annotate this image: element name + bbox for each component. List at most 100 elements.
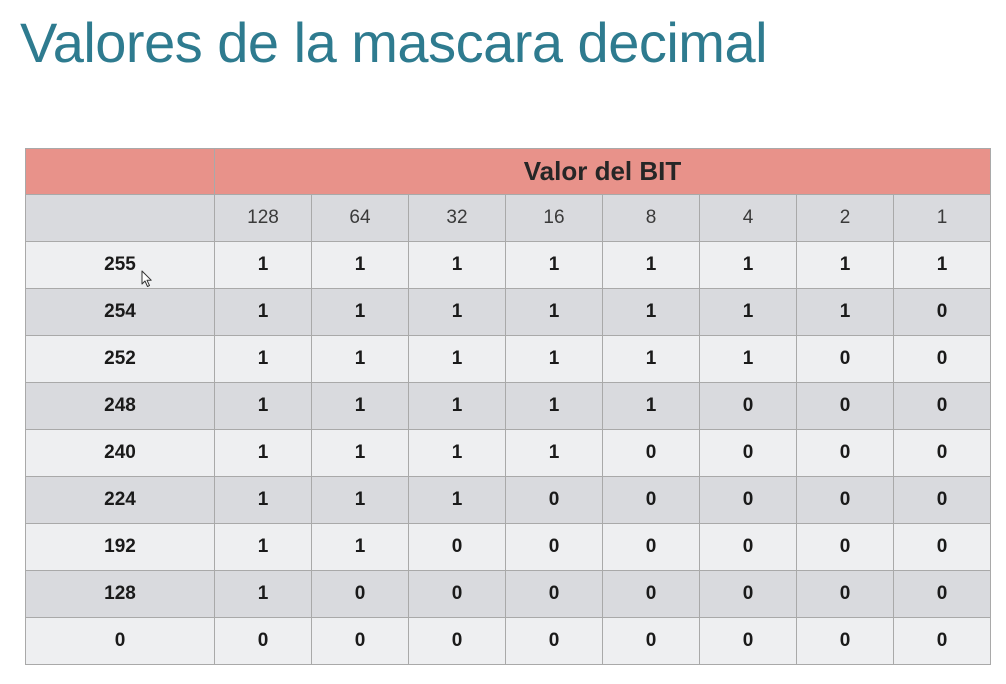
table-row: 192 1 1 0 0 0 0 0 0: [25, 523, 991, 571]
bit-cell: 1: [602, 241, 700, 289]
bit-cell: 1: [214, 241, 312, 289]
bit-cell: 0: [505, 617, 603, 665]
bit-cell: 1: [311, 523, 409, 571]
bit-cell: 0: [699, 476, 797, 524]
bit-cell: 0: [796, 523, 894, 571]
bit-cell: 0: [796, 617, 894, 665]
bit-value-cell: 64: [311, 194, 409, 242]
bit-cell: 0: [214, 617, 312, 665]
table-corner-cell: [25, 148, 215, 195]
bit-cell: 0: [893, 288, 991, 336]
decimal-value-cell: 252: [25, 335, 215, 383]
bit-cell: 0: [408, 617, 506, 665]
bit-cell: 1: [505, 429, 603, 477]
bit-cell: 1: [796, 288, 894, 336]
bit-value-cell: 2: [796, 194, 894, 242]
bit-value-cell: 32: [408, 194, 506, 242]
bit-cell: 0: [699, 382, 797, 430]
bit-cell: 1: [214, 288, 312, 336]
bit-cell: 0: [311, 570, 409, 618]
mask-rows-body: 255 1 1 1 1 1 1 1 1 254 1 1 1 1 1 1 1 0 252 1 1 1 1 1 1 0 0 248 1 1 1 1…: [25, 241, 991, 665]
bit-cell: 1: [311, 476, 409, 524]
bit-cell: 1: [408, 476, 506, 524]
bit-cell: 0: [505, 523, 603, 571]
bit-cell: 1: [311, 429, 409, 477]
table-row: 240 1 1 1 1 0 0 0 0: [25, 429, 991, 477]
bit-cell: 1: [602, 288, 700, 336]
bit-cell: 0: [505, 570, 603, 618]
table-header-row: Valor del BIT: [25, 148, 991, 195]
bit-cell: 1: [214, 335, 312, 383]
bit-cell: 1: [699, 241, 797, 289]
bit-cell: 0: [893, 335, 991, 383]
bit-cell: 0: [893, 476, 991, 524]
bit-cell: 1: [893, 241, 991, 289]
bit-cell: 0: [893, 382, 991, 430]
bit-cell: 0: [699, 429, 797, 477]
bit-cell: 0: [311, 617, 409, 665]
bit-cell: 1: [214, 523, 312, 571]
bit-cell: 0: [602, 429, 700, 477]
decimal-value-cell: 240: [25, 429, 215, 477]
bit-values-row: 128 64 32 16 8 4 2 1: [25, 194, 991, 242]
decimal-value-cell: 224: [25, 476, 215, 524]
table-row: 254 1 1 1 1 1 1 1 0: [25, 288, 991, 336]
bit-cell: 1: [505, 288, 603, 336]
bit-cell: 0: [699, 523, 797, 571]
decimal-value-cell: 255: [25, 241, 215, 289]
bit-cell: 1: [699, 288, 797, 336]
bit-cell: 1: [796, 241, 894, 289]
bit-cell: 1: [311, 288, 409, 336]
bit-cell: 1: [214, 382, 312, 430]
bit-values-corner-cell: [25, 194, 215, 242]
bit-cell: 1: [214, 429, 312, 477]
bit-cell: 0: [602, 617, 700, 665]
decimal-value-cell: 254: [25, 288, 215, 336]
bit-cell: 1: [214, 570, 312, 618]
bit-cell: 1: [505, 382, 603, 430]
bit-cell: 1: [311, 335, 409, 383]
bit-cell: 0: [408, 523, 506, 571]
bit-cell: 0: [699, 617, 797, 665]
bit-cell: 0: [893, 617, 991, 665]
bit-cell: 1: [505, 241, 603, 289]
bit-cell: 1: [408, 241, 506, 289]
bit-cell: 0: [408, 570, 506, 618]
bit-value-cell: 1: [893, 194, 991, 242]
decimal-value-cell: 248: [25, 382, 215, 430]
bit-cell: 0: [893, 570, 991, 618]
bit-value-header: Valor del BIT: [214, 148, 991, 195]
bit-cell: 1: [699, 335, 797, 383]
bit-value-cell: 16: [505, 194, 603, 242]
bit-cell: 0: [893, 429, 991, 477]
decimal-value-cell: 0: [25, 617, 215, 665]
bit-cell: 1: [408, 335, 506, 383]
bit-cell: 0: [796, 382, 894, 430]
decimal-value-cell: 192: [25, 523, 215, 571]
bit-value-cell: 128: [214, 194, 312, 242]
bit-cell: 1: [408, 288, 506, 336]
table-row: 252 1 1 1 1 1 1 0 0: [25, 335, 991, 383]
bit-cell: 0: [602, 570, 700, 618]
bit-cell: 1: [311, 241, 409, 289]
bit-cell: 1: [408, 382, 506, 430]
mouse-pointer-icon: [141, 270, 152, 287]
bit-cell: 1: [505, 335, 603, 383]
table-row: 255 1 1 1 1 1 1 1 1: [25, 241, 991, 289]
bit-cell: 0: [699, 570, 797, 618]
bit-cell: 0: [893, 523, 991, 571]
bit-cell: 0: [796, 476, 894, 524]
slide-title: Valores de la mascara decimal: [20, 11, 768, 74]
bit-cell: 0: [796, 570, 894, 618]
table-row: 248 1 1 1 1 1 0 0 0: [25, 382, 991, 430]
bit-value-cell: 8: [602, 194, 700, 242]
bit-cell: 0: [602, 476, 700, 524]
bit-cell: 0: [796, 429, 894, 477]
bit-cell: 1: [602, 335, 700, 383]
table-row: 128 1 0 0 0 0 0 0 0: [25, 570, 991, 618]
bit-cell: 1: [214, 476, 312, 524]
table-row: 000000000: [25, 617, 991, 665]
bit-cell: 0: [796, 335, 894, 383]
mask-values-table: Valor del BIT 128 64 32 16 8 4 2 1 255 1 1…: [25, 148, 991, 665]
decimal-value-cell: 128: [25, 570, 215, 618]
